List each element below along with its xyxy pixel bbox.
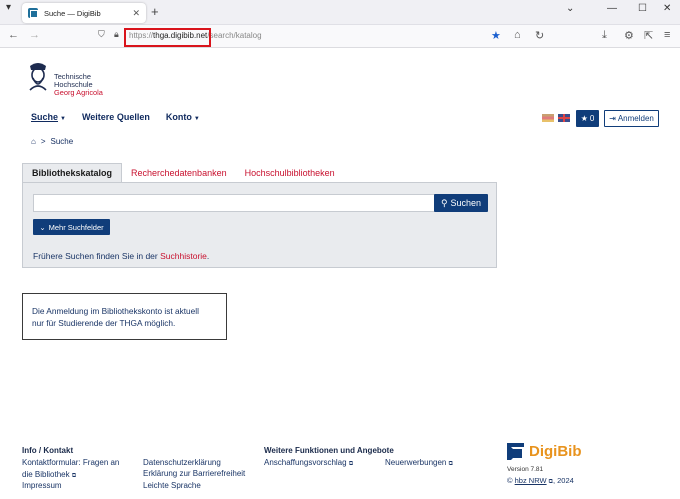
digibib-logo[interactable]: DigiBib [507,443,582,460]
watchlist-button[interactable]: ★ 0 [576,110,599,127]
minimize-icon[interactable]: — [607,3,617,14]
german-flag-icon[interactable] [542,114,554,122]
english-flag-icon[interactable] [558,114,570,122]
search-button-label: Suchen [450,198,482,208]
new-tab-icon[interactable]: + [151,4,159,19]
bookmark-star-icon[interactable]: ★ [491,29,501,42]
copyright: © hbz NRW ⧉, 2024 [507,476,574,485]
lock-icon[interactable]: 🔒︎ [114,29,119,40]
digibib-logo-icon [507,443,524,460]
close-window-icon[interactable]: ✕ [663,3,671,14]
search-history-link[interactable]: Suchhistorie [160,251,207,261]
footer-easy-language-link[interactable]: Leichte Sprache [143,480,201,492]
nav-account[interactable]: Konto ▼ [166,112,200,122]
home-icon[interactable]: ⌂ [514,29,521,41]
footer-privacy-link[interactable]: Datenschutzerklärung [143,457,221,469]
logo-wordmark: Technische Hochschule Georg Agricola [54,72,103,97]
footer-new-arrivals-link[interactable]: Neuerwerbungen ⧉ [385,457,453,471]
search-button[interactable]: ⚲ Suchen [434,194,488,212]
footer-imprint-link[interactable]: Impressum [22,480,62,492]
close-tab-icon[interactable]: ✕ [132,8,140,19]
more-fields-label: Mehr Suchfelder [48,222,104,232]
search-history-text: Frühere Suchen finden Sie in der Suchhis… [33,251,210,261]
breadcrumb: ⌂ > Suche [31,137,73,146]
browser-nav-bar: ← → ⛉ 🔒︎ https://thga.digibib.net/search… [0,25,680,48]
login-button[interactable]: ⇥ Anmelden [604,110,659,127]
hbz-link[interactable]: hbz NRW [515,476,547,485]
footer-info-title: Info / Kontakt [22,446,74,455]
tab-title: Suche — DigiBib [44,8,101,18]
browser-tab[interactable]: Suche — DigiBib ✕ [22,3,146,23]
footer-contact-link[interactable]: Kontaktformular: Fragen an die Bibliothe… [22,457,119,482]
footer-functions-title: Weitere Funktionen und Angebote [264,446,394,455]
sign-in-icon: ⇥ [609,114,616,123]
nav-search[interactable]: Suche ▼ [31,112,66,122]
extensions-icon[interactable]: ⚙ [624,29,634,42]
tab-hochschulbibliotheken[interactable]: Hochschulbibliotheken [236,163,344,182]
tab-bibliothekskatalog[interactable]: Bibliothekskatalog [22,163,123,182]
external-link-icon: ⧉ [448,461,453,467]
external-link-icon: ⧉ [71,472,77,479]
watchlist-count: 0 [589,114,595,123]
browser-tab-bar: ▾ Suche — DigiBib ✕ + ⌄ — ☐ ✕ [0,0,680,25]
url-highlight-box [124,28,211,47]
chevron-down-icon: ⌄ [39,222,46,232]
download-icon[interactable]: ⤓ [602,29,607,42]
star-icon: ★ [580,114,588,123]
reload-icon[interactable]: ↻ [535,29,544,42]
tab-list-icon[interactable]: ▾ [6,2,11,13]
version-text: Version 7.81 [507,466,544,473]
main-navigation: Suche ▼ Weitere Quellen Konto ▼ [31,112,200,122]
menu-icon[interactable]: ≡ [664,29,670,41]
breadcrumb-separator: > [40,137,46,146]
footer-acquisition-link[interactable]: Anschaffungsvorschlag ⧉ [264,457,353,471]
search-input[interactable] [33,194,435,212]
login-notice: Die Anmeldung im Bibliothekskonto ist ak… [22,293,227,340]
maximize-icon[interactable]: ☐ [638,3,647,14]
forward-icon[interactable]: → [29,29,40,41]
share-icon[interactable]: ⇱ [644,29,653,42]
search-tabs: Bibliothekskatalog Recherchedatenbanken … [22,163,344,182]
digibib-favicon-icon [28,8,38,18]
shield-icon[interactable]: ⛉ [98,29,105,40]
search-icon: ⚲ [440,197,448,208]
caret-down-icon: ▼ [193,116,200,122]
breadcrumb-current: Suche [50,137,74,146]
login-label: Anmelden [617,114,654,123]
external-link-icon: ⧉ [348,461,354,467]
footer-accessibility-link[interactable]: Erklärung zur Barrierefreiheit [143,468,245,480]
digibib-wordmark: DigiBib [529,443,582,460]
tab-recherchedatenbanken[interactable]: Recherchedatenbanken [122,163,236,182]
nav-more-sources[interactable]: Weitere Quellen [82,112,150,122]
caret-down-icon: ▼ [60,116,66,122]
more-search-fields-button[interactable]: ⌄ Mehr Suchfelder [33,219,110,235]
home-icon[interactable]: ⌂ [31,137,36,146]
chevron-down-icon[interactable]: ⌄ [566,3,574,14]
search-panel: ⚲ Suchen ⌄ Mehr Suchfelder Frühere Suche… [22,182,497,268]
back-icon[interactable]: ← [8,29,19,41]
agricola-portrait-icon [29,63,47,91]
